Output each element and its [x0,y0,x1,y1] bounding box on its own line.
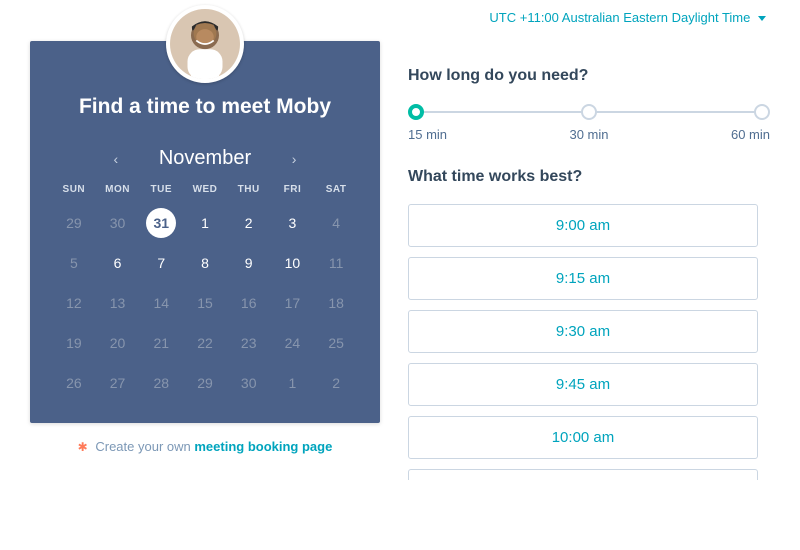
calendar-day: 15 [183,283,227,323]
calendar-day: 12 [52,283,96,323]
calendar-day: 4 [314,203,358,243]
calendar-day: 30 [227,363,271,403]
timeslot-option[interactable]: 10:00 am [408,416,758,459]
calendar-day: 27 [96,363,140,403]
timeslot-option[interactable]: 9:15 am [408,257,758,300]
card-title: Find a time to meet Moby [52,95,358,119]
host-avatar [166,5,244,83]
timeslot-option[interactable]: 10:15 am [408,469,758,480]
weekday-label: SAT [314,184,358,195]
calendar-day: 26 [52,363,96,403]
weekday-label: TUE [139,184,183,195]
calendar-grid: 2930311234567891011121314151617181920212… [52,203,358,403]
calendar-day: 21 [139,323,183,363]
calendar-day[interactable]: 2 [227,203,271,243]
calendar-day[interactable]: 31 [139,203,183,243]
calendar-day: 30 [96,203,140,243]
calendar-day: 25 [314,323,358,363]
duration-label-30: 30 min [569,127,608,142]
duration-stop-30[interactable] [581,104,597,120]
next-month-button[interactable]: › [287,151,301,167]
sprocket-icon: ✱ [78,440,88,454]
timeslot-list[interactable]: 9:00 am 9:15 am 9:30 am 9:45 am 10:00 am 10:1… [408,204,760,480]
calendar-card: Find a time to meet Moby ‹ November › SU… [30,41,380,423]
month-label: November [159,147,251,170]
timeslot-question: What time works best? [408,168,770,186]
avatar-icon [170,9,240,79]
calendar-day: 2 [314,363,358,403]
duration-stop-15[interactable] [408,104,424,120]
calendar-day: 28 [139,363,183,403]
calendar-day[interactable]: 10 [271,243,315,283]
duration-labels: 15 min 30 min 60 min [408,127,770,142]
timezone-label: UTC +11:00 Australian Eastern Daylight T… [489,10,750,25]
weekday-label: SUN [52,184,96,195]
calendar-day[interactable]: 1 [183,203,227,243]
timeslot-option[interactable]: 9:45 am [408,363,758,406]
weekday-label: WED [183,184,227,195]
calendar-day: 23 [227,323,271,363]
calendar-day: 1 [271,363,315,403]
calendar-day: 19 [52,323,96,363]
weekday-label: THU [227,184,271,195]
weekday-label: MON [96,184,140,195]
calendar-day: 22 [183,323,227,363]
timeslot-option[interactable]: 9:30 am [408,310,758,353]
footer-lead: Create your own [95,439,194,454]
calendar-day[interactable]: 8 [183,243,227,283]
calendar-day: 5 [52,243,96,283]
timezone-selector[interactable]: UTC +11:00 Australian Eastern Daylight T… [30,6,770,31]
duration-stop-60[interactable] [754,104,770,120]
calendar-day: 17 [271,283,315,323]
calendar-day[interactable]: 7 [139,243,183,283]
duration-slider[interactable] [416,103,762,121]
calendar-day[interactable]: 6 [96,243,140,283]
footer-link[interactable]: meeting booking page [194,439,332,454]
calendar-day: 13 [96,283,140,323]
calendar-day: 11 [314,243,358,283]
weekday-label: FRI [271,184,315,195]
calendar-day[interactable]: 9 [227,243,271,283]
weekday-header: SUNMONTUEWEDTHUFRISAT [52,184,358,195]
calendar-day: 29 [52,203,96,243]
footer-cta: ✱ Create your own meeting booking page [30,439,380,454]
calendar-day: 14 [139,283,183,323]
duration-label-15: 15 min [408,127,447,142]
calendar-day: 29 [183,363,227,403]
calendar-day: 18 [314,283,358,323]
duration-question: How long do you need? [408,67,770,85]
duration-label-60: 60 min [731,127,770,142]
calendar-day: 24 [271,323,315,363]
calendar-day: 20 [96,323,140,363]
calendar-day: 16 [227,283,271,323]
timeslot-option[interactable]: 9:00 am [408,204,758,247]
caret-down-icon [758,16,766,21]
prev-month-button[interactable]: ‹ [109,151,123,167]
calendar-day[interactable]: 3 [271,203,315,243]
